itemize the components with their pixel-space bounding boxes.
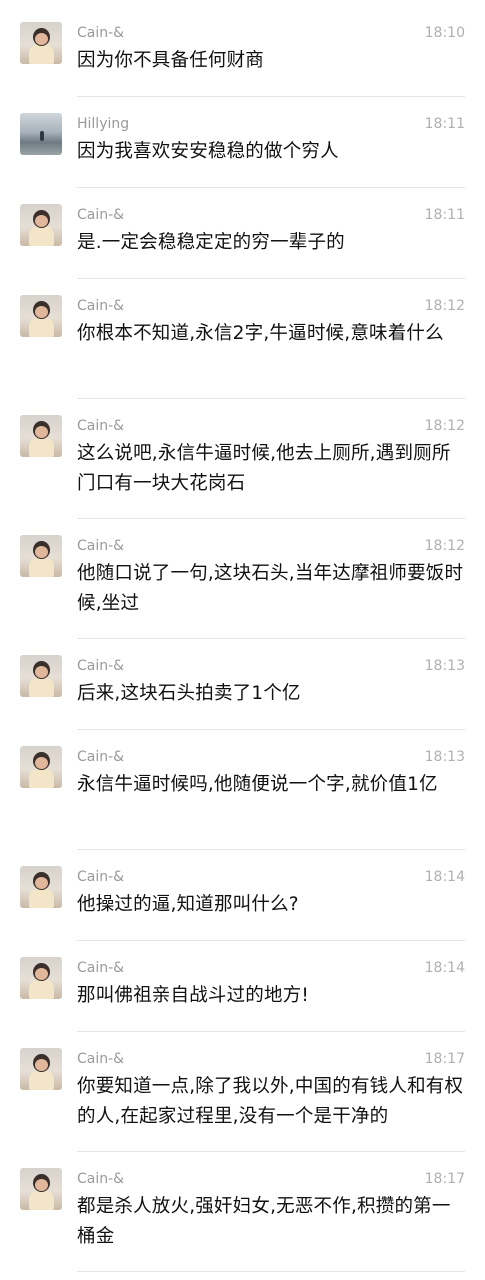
message-text: 都是杀人放火,强奸妇女,无恶不作,积攒的第一桶金 bbox=[77, 1196, 451, 1247]
chat-message[interactable]: Cain-& 18:17 都是杀人放火,强奸妇女,无恶不作,积攒的第一桶金 bbox=[0, 1152, 485, 1272]
chat-message[interactable]: Cain-& 18:14 他操过的逼,知道那叫什么? bbox=[0, 850, 485, 941]
message-text: 他操过的逼,知道那叫什么? bbox=[77, 894, 299, 915]
avatar[interactable] bbox=[20, 866, 62, 908]
message-time: 18:11 bbox=[424, 116, 465, 132]
chat-message[interactable]: Cain-& 18:10 因为你不具备任何财商 bbox=[0, 6, 485, 97]
message-text: 因为我喜欢安安稳稳的做个穷人 bbox=[77, 141, 339, 162]
message-text: 你要知道一点,除了我以外,中国的有钱人和有权的人,在起家过程里,没有一个是干净的 bbox=[77, 1076, 464, 1127]
chat-message[interactable]: Cain-& 18:12 他随口说了一句,这块石头,当年达摩祖师要饭时候,坐过 bbox=[0, 519, 485, 639]
sender-name: Cain-& bbox=[77, 538, 125, 554]
sender-name: Cain-& bbox=[77, 1051, 125, 1067]
message-time: 18:12 bbox=[424, 298, 465, 314]
avatar[interactable] bbox=[20, 295, 62, 337]
sender-name: Cain-& bbox=[77, 298, 125, 314]
avatar[interactable] bbox=[20, 746, 62, 788]
message-time: 18:11 bbox=[424, 207, 465, 223]
message-time: 18:14 bbox=[424, 960, 465, 976]
avatar[interactable] bbox=[20, 415, 62, 457]
message-text: 后来,这块石头拍卖了1个亿 bbox=[77, 683, 301, 704]
message-text: 这么说吧,永信牛逼时候,他去上厕所,遇到厕所门口有一块大花岗石 bbox=[77, 443, 451, 494]
chat-message[interactable]: Cain-& 18:17 你要知道一点,除了我以外,中国的有钱人和有权的人,在起… bbox=[0, 1032, 485, 1152]
sender-name: Cain-& bbox=[77, 418, 125, 434]
chat-message[interactable]: Hillying 18:11 因为我喜欢安安稳稳的做个穷人 bbox=[0, 97, 485, 188]
chat-message[interactable]: Cain-& 18:14 那叫佛祖亲自战斗过的地方! bbox=[0, 941, 485, 1032]
message-text: 是.一定会稳稳定定的穷一辈子的 bbox=[77, 232, 345, 253]
avatar[interactable] bbox=[20, 957, 62, 999]
message-time: 18:10 bbox=[424, 25, 465, 41]
chat-message[interactable]: Cain-& 18:11 是.一定会稳稳定定的穷一辈子的 bbox=[0, 188, 485, 279]
sender-name: Cain-& bbox=[77, 869, 125, 885]
message-time: 18:14 bbox=[424, 869, 465, 885]
chat-message[interactable]: Cain-& 18:12 这么说吧,永信牛逼时候,他去上厕所,遇到厕所门口有一块… bbox=[0, 399, 485, 519]
avatar[interactable] bbox=[20, 22, 62, 64]
chat-message[interactable]: Cain-& 18:13 后来,这块石头拍卖了1个亿 bbox=[0, 639, 485, 730]
avatar[interactable] bbox=[20, 113, 62, 155]
chat-message[interactable]: Cain-& 18:12 你根本不知道,永信2字,牛逼时候,意味着什么 bbox=[0, 279, 485, 399]
avatar[interactable] bbox=[20, 535, 62, 577]
sender-name: Cain-& bbox=[77, 749, 125, 765]
sender-name: Cain-& bbox=[77, 1171, 125, 1187]
chat-message-list: Cain-& 18:10 因为你不具备任何财商 Hillying 18:11 因… bbox=[0, 6, 485, 1272]
message-time: 18:17 bbox=[424, 1171, 465, 1187]
avatar[interactable] bbox=[20, 204, 62, 246]
message-time: 18:13 bbox=[424, 749, 465, 765]
message-time: 18:12 bbox=[424, 418, 465, 434]
avatar[interactable] bbox=[20, 655, 62, 697]
message-time: 18:17 bbox=[424, 1051, 465, 1067]
message-time: 18:13 bbox=[424, 658, 465, 674]
avatar[interactable] bbox=[20, 1168, 62, 1210]
sender-name: Cain-& bbox=[77, 960, 125, 976]
message-text: 你根本不知道,永信2字,牛逼时候,意味着什么 bbox=[77, 323, 444, 344]
sender-name: Cain-& bbox=[77, 25, 125, 41]
avatar[interactable] bbox=[20, 1048, 62, 1090]
sender-name: Cain-& bbox=[77, 658, 125, 674]
chat-message[interactable]: Cain-& 18:13 永信牛逼时候吗,他随便说一个字,就价值1亿 bbox=[0, 730, 485, 850]
sender-name: Cain-& bbox=[77, 207, 125, 223]
message-text: 永信牛逼时候吗,他随便说一个字,就价值1亿 bbox=[77, 774, 438, 795]
sender-name: Hillying bbox=[77, 116, 130, 132]
message-text: 他随口说了一句,这块石头,当年达摩祖师要饭时候,坐过 bbox=[77, 563, 464, 614]
message-time: 18:12 bbox=[424, 538, 465, 554]
message-text: 那叫佛祖亲自战斗过的地方! bbox=[77, 985, 310, 1006]
message-text: 因为你不具备任何财商 bbox=[77, 50, 265, 71]
